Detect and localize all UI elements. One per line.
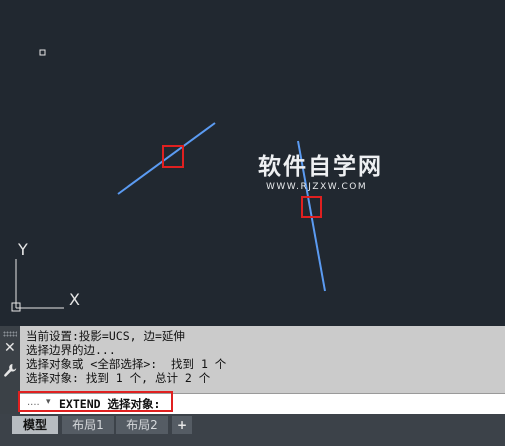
boundary-line[interactable] — [117, 122, 216, 195]
history-line: 当前设置:投影=UCS, 边=延伸 — [26, 329, 185, 343]
add-layout-button[interactable]: + — [172, 416, 192, 434]
history-line: 选择边界的边... — [26, 343, 116, 357]
tab-layout1[interactable]: 布局1 — [62, 416, 114, 434]
point-marker — [39, 49, 46, 56]
history-line: 选择对象: 找到 1 个, 总计 2 个 — [26, 371, 211, 385]
layout-tabs-bar: 模型 布局1 布局2 + — [0, 414, 505, 446]
history-line: 选择对象或 <全部选择>: 找到 1 个 — [26, 357, 227, 371]
tab-model[interactable]: 模型 — [12, 416, 58, 434]
command-panel-handle[interactable]: ✕ — [0, 326, 20, 414]
wrench-icon[interactable] — [3, 363, 17, 383]
command-line-panel: ✕ 当前设置:投影=UCS, 边=延伸 选择边界的边... 选择对象或 <全部选择>… — [0, 326, 505, 414]
drawing-canvas[interactable]: Y X 软件自学网 WWW.RJZXW.COM — [0, 0, 505, 326]
grip-icon[interactable] — [3, 331, 17, 337]
command-dropdown-icon[interactable]: ▾ — [46, 397, 51, 407]
drawing-svg[interactable]: Y X — [0, 0, 505, 326]
ucs-icon — [11, 259, 64, 312]
ucs-x-label: X — [69, 290, 80, 309]
command-history: 当前设置:投影=UCS, 边=延伸 选择边界的边... 选择对象或 <全部选择>: … — [26, 329, 226, 385]
ucs-y-label: Y — [17, 240, 28, 259]
command-input[interactable]: .... ▾ EXTEND 选择对象: — [20, 393, 505, 414]
watermark-url: WWW.RJZXW.COM — [266, 182, 368, 192]
watermark-title: 软件自学网 — [258, 154, 383, 180]
tab-layout2[interactable]: 布局2 — [116, 416, 168, 434]
command-prompt-text: EXTEND 选择对象: — [59, 397, 161, 411]
close-icon[interactable]: ✕ — [4, 340, 16, 356]
command-dots: .... — [27, 397, 40, 408]
